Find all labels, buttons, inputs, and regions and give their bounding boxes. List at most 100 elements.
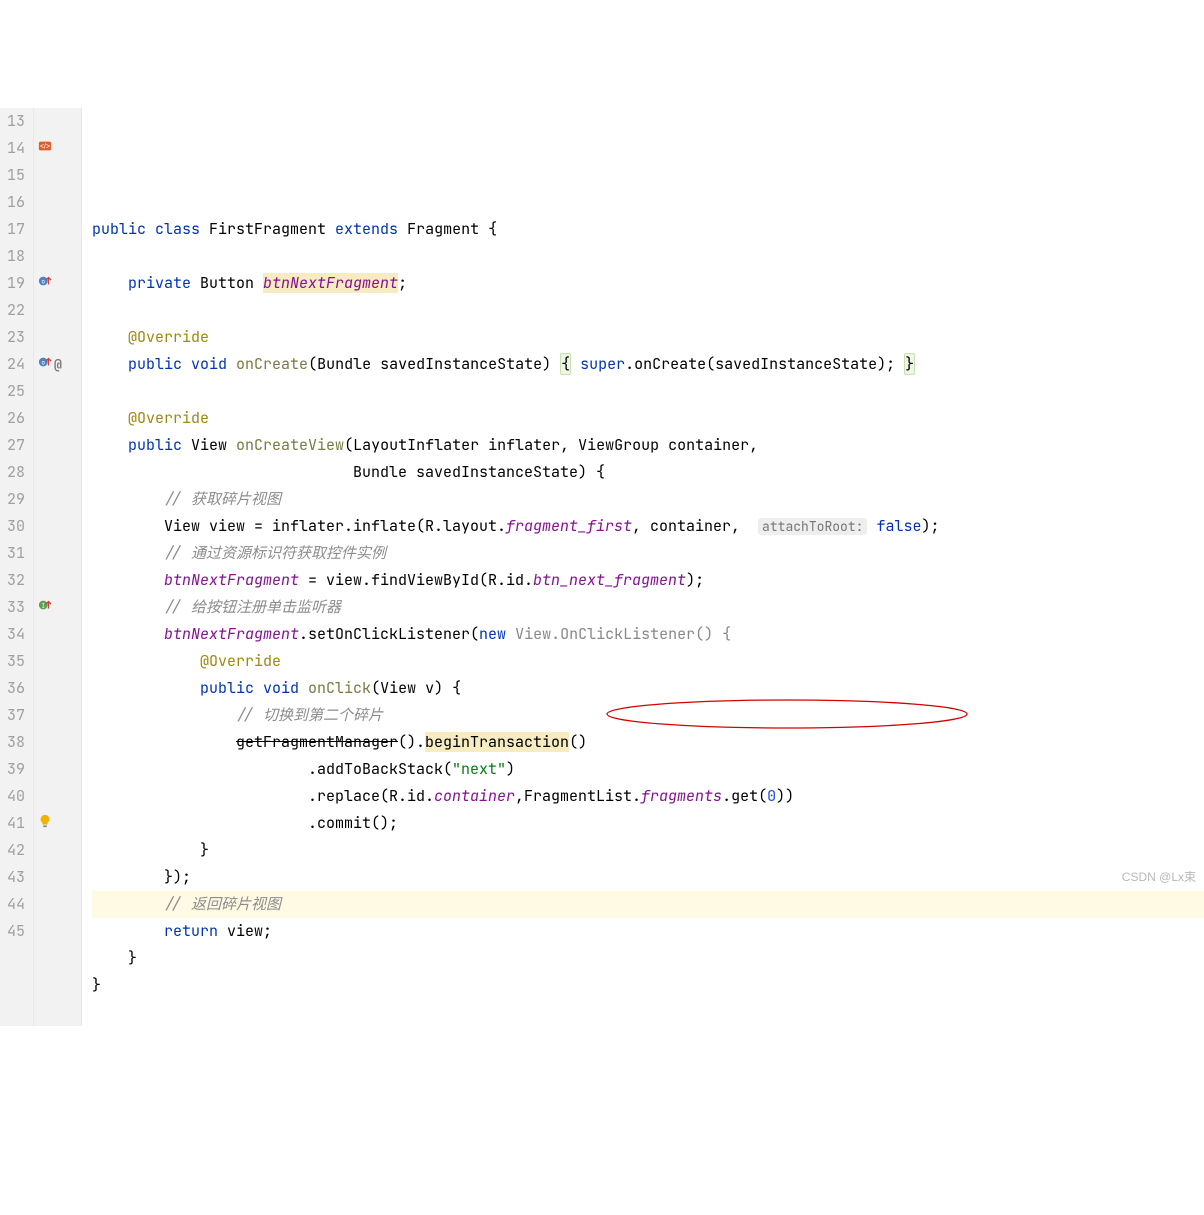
code-token: .get( bbox=[722, 786, 767, 806]
code-line[interactable] bbox=[92, 243, 1204, 270]
line-number[interactable]: 28 bbox=[0, 459, 25, 486]
gutter-icons-column[interactable]: </> o o @ I bbox=[34, 108, 82, 1026]
code-line[interactable]: return view; bbox=[92, 918, 1204, 945]
code-line[interactable]: public void onClick(View v) { bbox=[92, 675, 1204, 702]
bulb-icon[interactable] bbox=[38, 810, 52, 837]
code-line[interactable] bbox=[92, 189, 1204, 216]
code-line[interactable] bbox=[92, 297, 1204, 324]
gutter-icon-row bbox=[34, 378, 81, 405]
svg-text:o: o bbox=[41, 359, 45, 367]
line-number[interactable]: 42 bbox=[0, 837, 25, 864]
code-token: .onCreate(savedInstanceState); bbox=[625, 354, 904, 374]
line-number[interactable]: 30 bbox=[0, 513, 25, 540]
line-number[interactable]: 38 bbox=[0, 729, 25, 756]
svg-text:o: o bbox=[41, 278, 45, 286]
code-token: view; bbox=[227, 921, 272, 941]
code-line[interactable]: private Button btnNextFragment; bbox=[92, 270, 1204, 297]
line-number[interactable]: 36 bbox=[0, 675, 25, 702]
code-line[interactable]: @Override bbox=[92, 648, 1204, 675]
code-area[interactable]: public class FirstFragment extends Fragm… bbox=[82, 108, 1204, 1026]
code-line[interactable]: // 切换到第二个碎片 bbox=[92, 702, 1204, 729]
code-line[interactable]: @Override bbox=[92, 324, 1204, 351]
line-number[interactable]: 39 bbox=[0, 756, 25, 783]
code-token: } bbox=[92, 948, 137, 968]
line-number[interactable]: 16 bbox=[0, 189, 25, 216]
code-line[interactable]: } bbox=[92, 945, 1204, 972]
code-line[interactable] bbox=[92, 999, 1204, 1026]
line-number[interactable]: 19 bbox=[0, 270, 25, 297]
code-token: FirstFragment bbox=[209, 219, 335, 239]
line-number[interactable]: 37 bbox=[0, 702, 25, 729]
gutter-icon-row bbox=[34, 864, 81, 891]
code-line[interactable]: btnNextFragment = view.findViewById(R.id… bbox=[92, 567, 1204, 594]
code-line[interactable]: }); bbox=[92, 864, 1204, 891]
code-token: // 切换到第二个碎片 bbox=[236, 705, 383, 725]
code-line[interactable]: .replace(R.id.container,FragmentList.fra… bbox=[92, 783, 1204, 810]
line-number[interactable]: 41 bbox=[0, 810, 25, 837]
code-line[interactable]: // 通过资源标识符获取控件实例 bbox=[92, 540, 1204, 567]
line-number[interactable]: 22 bbox=[0, 297, 25, 324]
code-token: new bbox=[479, 624, 515, 644]
code-line[interactable]: @Override bbox=[92, 405, 1204, 432]
line-number[interactable]: 18 bbox=[0, 243, 25, 270]
code-line[interactable]: // 获取碎片视图 bbox=[92, 486, 1204, 513]
code-token bbox=[92, 678, 200, 698]
override-up-icon[interactable]: o bbox=[38, 351, 52, 378]
line-number[interactable]: 26 bbox=[0, 405, 25, 432]
line-number[interactable]: 32 bbox=[0, 567, 25, 594]
gutter-icon-row bbox=[34, 324, 81, 351]
line-number[interactable]: 17 bbox=[0, 216, 25, 243]
code-token: .commit(); bbox=[92, 813, 398, 833]
line-number[interactable]: 33 bbox=[0, 594, 25, 621]
code-line[interactable]: } bbox=[92, 972, 1204, 999]
line-number[interactable]: 15 bbox=[0, 162, 25, 189]
line-number[interactable]: 27 bbox=[0, 432, 25, 459]
line-number[interactable]: 13 bbox=[0, 108, 25, 135]
code-line[interactable]: public class FirstFragment extends Fragm… bbox=[92, 216, 1204, 243]
line-number[interactable]: 40 bbox=[0, 783, 25, 810]
line-number[interactable]: 24 bbox=[0, 351, 25, 378]
class-icon[interactable]: </> bbox=[38, 135, 52, 162]
code-token bbox=[92, 732, 236, 752]
gutter-icon-row bbox=[34, 540, 81, 567]
line-number[interactable]: 14 bbox=[0, 135, 25, 162]
impl-up-icon[interactable]: I bbox=[38, 594, 52, 621]
code-line[interactable]: public View onCreateView(LayoutInflater … bbox=[92, 432, 1204, 459]
code-token: )) bbox=[776, 786, 794, 806]
line-number[interactable]: 23 bbox=[0, 324, 25, 351]
code-token: void bbox=[191, 354, 236, 374]
line-number-gutter[interactable]: 1314151617181922232425262728293031323334… bbox=[0, 108, 34, 1026]
line-number[interactable]: 25 bbox=[0, 378, 25, 405]
line-number[interactable]: 43 bbox=[0, 864, 25, 891]
code-line[interactable] bbox=[92, 378, 1204, 405]
code-line[interactable]: btnNextFragment.setOnClickListener(new V… bbox=[92, 621, 1204, 648]
gutter-icon-row bbox=[34, 513, 81, 540]
code-line[interactable]: Bundle savedInstanceState) { bbox=[92, 459, 1204, 486]
line-number[interactable]: 35 bbox=[0, 648, 25, 675]
code-token: // 给按钮注册单击监听器 bbox=[164, 597, 341, 617]
gutter-icon-row bbox=[34, 621, 81, 648]
override-up-icon[interactable]: o bbox=[38, 270, 52, 297]
line-number[interactable]: 45 bbox=[0, 918, 25, 945]
code-line[interactable]: .addToBackStack("next") bbox=[92, 756, 1204, 783]
code-token: }); bbox=[92, 867, 191, 887]
code-token: ) bbox=[506, 759, 515, 779]
code-line[interactable]: View view = inflater.inflate(R.layout.fr… bbox=[92, 513, 1204, 540]
code-line[interactable]: .commit(); bbox=[92, 810, 1204, 837]
code-token: Fragment { bbox=[407, 219, 497, 239]
at-icon[interactable]: @ bbox=[54, 351, 62, 378]
code-token: @Override bbox=[128, 327, 209, 347]
code-line[interactable]: getFragmentManager().beginTransaction() bbox=[92, 729, 1204, 756]
line-number[interactable]: 31 bbox=[0, 540, 25, 567]
code-token: beginTransaction bbox=[425, 732, 569, 752]
line-number[interactable]: 29 bbox=[0, 486, 25, 513]
code-line[interactable]: public void onCreate(Bundle savedInstanc… bbox=[92, 351, 1204, 378]
code-editor[interactable]: 1314151617181922232425262728293031323334… bbox=[0, 108, 1204, 1026]
code-token: attachToRoot: bbox=[758, 518, 867, 535]
line-number[interactable]: 34 bbox=[0, 621, 25, 648]
code-line[interactable]: // 返回碎片视图 bbox=[92, 891, 1204, 918]
line-number[interactable]: 44 bbox=[0, 891, 25, 918]
code-line[interactable]: // 给按钮注册单击监听器 bbox=[92, 594, 1204, 621]
code-line[interactable]: } bbox=[92, 837, 1204, 864]
code-token: return bbox=[164, 921, 227, 941]
